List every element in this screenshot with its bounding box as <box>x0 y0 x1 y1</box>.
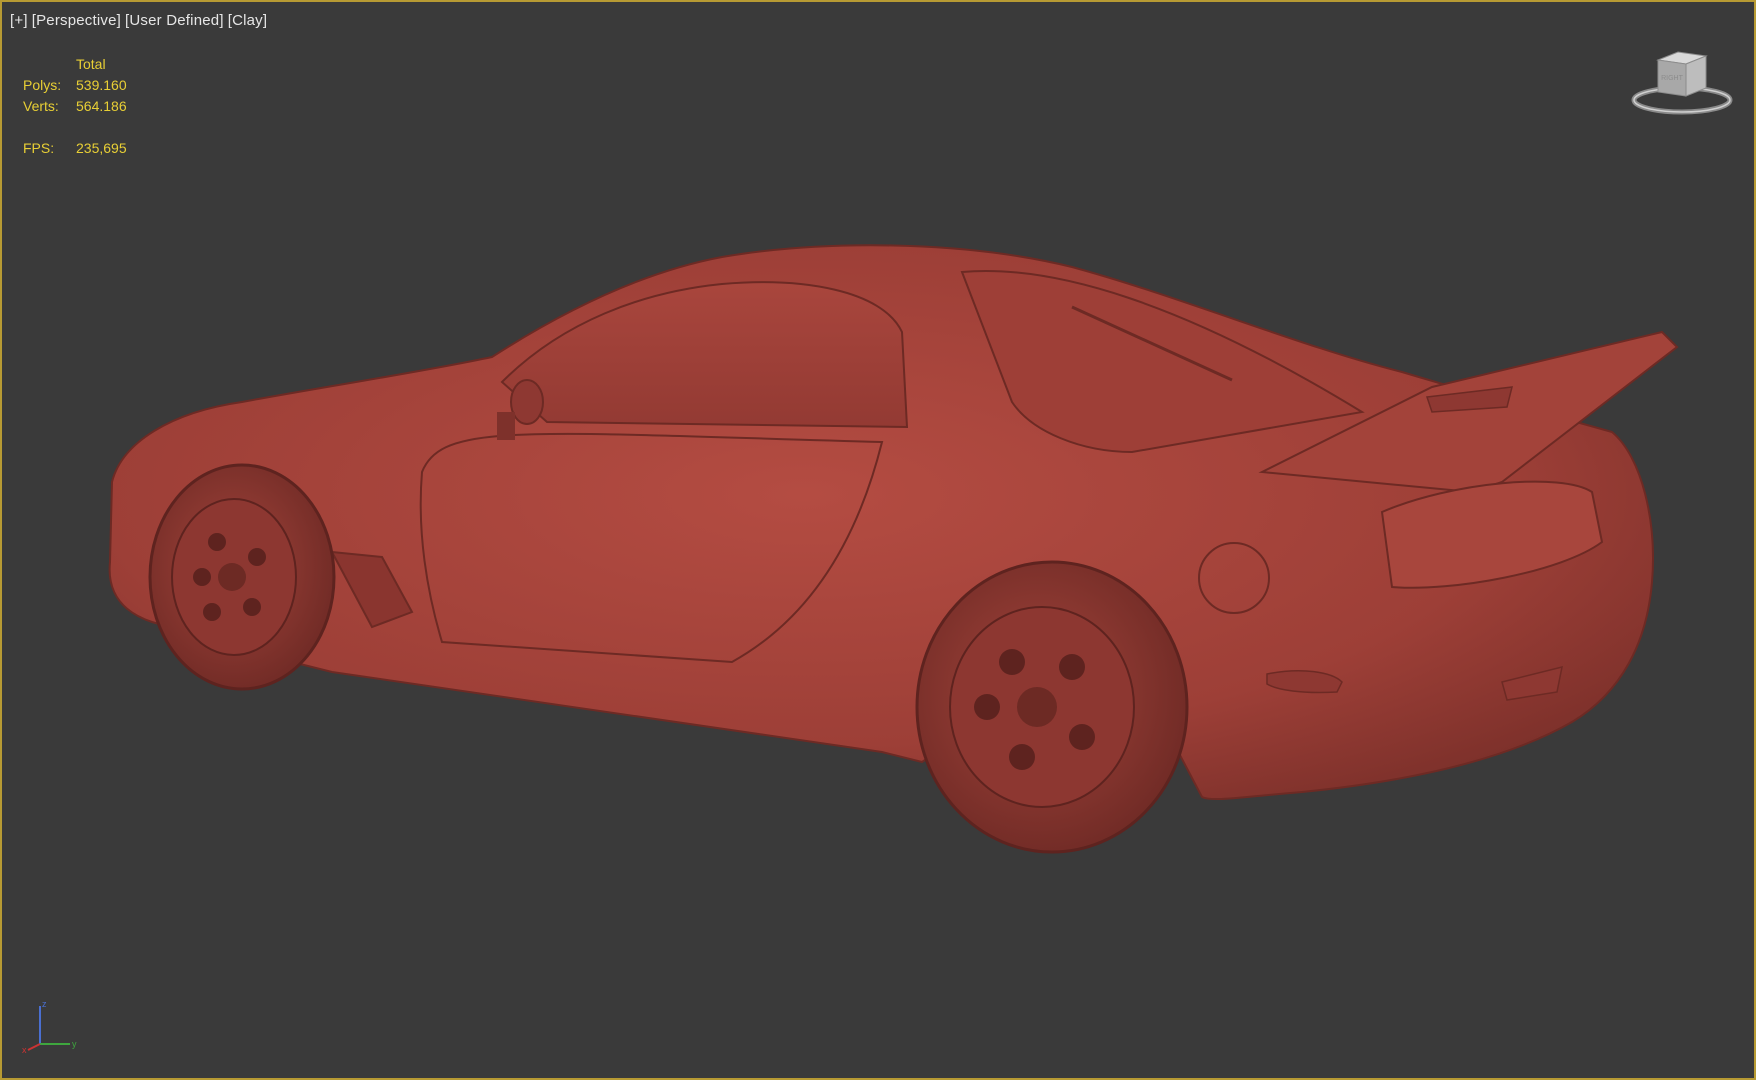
viewport-label-bar: [+] [Perspective] [User Defined] [Clay] <box>10 12 267 29</box>
viewport-menu-view[interactable]: [Perspective] <box>32 12 121 29</box>
front-wheel <box>148 463 336 691</box>
statistics-overlay: Total Polys: 539.160 Verts: 564.186 FPS:… <box>23 54 127 159</box>
viewport-menu-camera[interactable]: [User Defined] <box>125 12 224 29</box>
car-model-render <box>108 244 1679 854</box>
axis-tripod-icon: z y x <box>22 999 77 1054</box>
rear-wheel <box>915 560 1189 854</box>
viewport-menu-plus[interactable]: [+] <box>10 12 28 29</box>
axis-z-label: z <box>42 999 47 1009</box>
fps-value: 235,695 <box>76 140 127 156</box>
polys-value: 539.160 <box>76 77 127 93</box>
stats-header: Total <box>76 56 106 72</box>
verts-value: 564.186 <box>76 98 127 114</box>
axis-y-label: y <box>72 1039 77 1049</box>
polys-label: Polys: <box>23 77 62 93</box>
viewport-menu-shading[interactable]: [Clay] <box>228 12 268 29</box>
fps-label: FPS: <box>23 140 55 156</box>
viewcube-face-label: RIGHT <box>1661 75 1684 82</box>
viewport[interactable]: [+] [Perspective] [User Defined] [Clay] … <box>0 0 1756 1080</box>
viewcube-icon[interactable]: RIGHT <box>1630 46 1734 118</box>
axis-x-label: x <box>22 1045 27 1054</box>
verts-label: Verts: <box>23 98 59 114</box>
